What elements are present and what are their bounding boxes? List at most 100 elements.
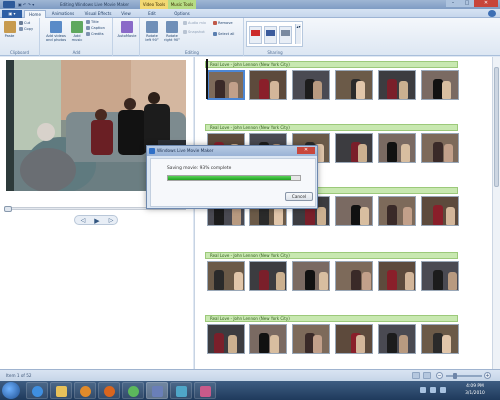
minimize-button[interactable]: – bbox=[446, 0, 460, 7]
thumbnail-size-icon[interactable] bbox=[423, 372, 431, 379]
scrollbar-thumb[interactable] bbox=[494, 67, 499, 187]
tab-options[interactable]: Options bbox=[170, 10, 194, 18]
seek-thumb[interactable] bbox=[4, 206, 12, 212]
audio-mix-button[interactable]: Audio mix bbox=[183, 21, 206, 26]
context-tab-music-tools[interactable]: Music Tools bbox=[168, 0, 196, 9]
dialog-close-button[interactable]: ✕ bbox=[297, 147, 315, 154]
storyboard-clip[interactable] bbox=[421, 324, 459, 354]
clipboard-group: Paste Cut Copy Clipboard bbox=[0, 18, 40, 56]
taskbar-messenger[interactable] bbox=[122, 382, 144, 399]
music-track-bar[interactable]: Real Love - John Lennon (New York City) bbox=[205, 315, 458, 322]
taskbar-internet-explorer[interactable] bbox=[26, 382, 48, 399]
remove-button[interactable]: Remove bbox=[213, 21, 233, 26]
taskbar-paint[interactable] bbox=[194, 382, 216, 399]
saving-message: Saving movie: 93% complete bbox=[167, 166, 232, 171]
storyboard-view-icon[interactable] bbox=[412, 372, 420, 379]
flag-icon[interactable] bbox=[440, 387, 446, 393]
caption-button[interactable]: Caption bbox=[86, 26, 105, 31]
file-menu-button[interactable]: ▣ ▾ bbox=[2, 10, 22, 18]
storyboard-clip[interactable] bbox=[335, 70, 373, 100]
zoom-in-button[interactable]: + bbox=[484, 372, 491, 379]
quick-access-toolbar[interactable]: ▣ ↶ ↷ ▾ bbox=[18, 2, 34, 7]
storyboard-clip[interactable] bbox=[378, 261, 416, 291]
taskbar-movie-maker[interactable] bbox=[146, 382, 168, 399]
storyboard-clip[interactable] bbox=[378, 196, 416, 226]
network-icon[interactable] bbox=[420, 387, 426, 393]
tab-visual-effects[interactable]: Visual Effects bbox=[80, 10, 116, 18]
storyboard-scrollbar[interactable] bbox=[492, 57, 500, 369]
storyboard-clip[interactable] bbox=[378, 70, 416, 100]
taskbar-windows-explorer[interactable] bbox=[50, 382, 72, 399]
taskbar-media-player[interactable] bbox=[74, 382, 96, 399]
clip-figure bbox=[442, 335, 451, 353]
music-track-bar[interactable]: Real Love - John Lennon (New York City) bbox=[205, 61, 458, 68]
tab-view[interactable]: View bbox=[117, 10, 135, 18]
storyboard-clip[interactable] bbox=[292, 324, 330, 354]
storyboard-clip[interactable] bbox=[292, 261, 330, 291]
storyboard-clip[interactable] bbox=[207, 261, 245, 291]
play-button[interactable]: ▶ bbox=[92, 217, 102, 225]
storyboard-clip[interactable] bbox=[207, 70, 245, 100]
music-track-bar[interactable]: Real Love - John Lennon (New York City) bbox=[205, 252, 458, 259]
tab-edit[interactable]: Edit bbox=[143, 10, 161, 18]
automovie-button[interactable]: AutoMovie bbox=[116, 21, 138, 38]
storyboard-clip[interactable] bbox=[378, 324, 416, 354]
preview-pane: ◁ ▶ ▷ bbox=[0, 57, 193, 369]
title-button[interactable]: Title bbox=[86, 20, 99, 25]
cut-button[interactable]: Cut bbox=[19, 21, 30, 26]
add-music-label: Add music bbox=[71, 34, 83, 42]
storyboard-clip[interactable] bbox=[421, 261, 459, 291]
zoom-out-button[interactable]: − bbox=[436, 372, 443, 379]
storyboard-clip[interactable] bbox=[335, 196, 373, 226]
volume-icon[interactable] bbox=[430, 387, 436, 393]
select-all-button[interactable]: Select all bbox=[213, 32, 234, 37]
cancel-button[interactable]: Cancel bbox=[285, 192, 313, 201]
rotate-right-button[interactable]: Rotate right 90° bbox=[163, 21, 181, 42]
rotate-left-button[interactable]: Rotate left 90° bbox=[143, 21, 161, 42]
tab-home[interactable]: Home bbox=[24, 10, 46, 18]
zoom-slider-knob[interactable] bbox=[453, 373, 457, 379]
storyboard-clip[interactable] bbox=[249, 70, 287, 100]
storyboard-clip[interactable] bbox=[292, 70, 330, 100]
add-music-button[interactable]: Add music bbox=[70, 21, 84, 42]
snapshot-button[interactable]: Snapshot bbox=[183, 30, 205, 35]
storyboard-clip[interactable] bbox=[421, 70, 459, 100]
storyboard-clip[interactable] bbox=[207, 324, 245, 354]
storyboard-clip[interactable] bbox=[335, 324, 373, 354]
context-tab-video-tools[interactable]: Video Tools bbox=[140, 0, 168, 9]
copy-button[interactable]: Copy bbox=[19, 27, 33, 32]
tab-animations[interactable]: Animations bbox=[48, 10, 78, 18]
previous-frame-button[interactable]: ◁ bbox=[78, 217, 88, 225]
storyboard-clip[interactable] bbox=[378, 133, 416, 163]
storyboard-clip[interactable] bbox=[421, 196, 459, 226]
share-youtube-button[interactable] bbox=[249, 26, 262, 44]
taskbar-clock[interactable]: 4:09 PM 3/1/2010 bbox=[458, 383, 492, 397]
taskbar-photo-gallery[interactable] bbox=[170, 382, 192, 399]
close-button[interactable]: ✕ bbox=[474, 0, 498, 7]
storyboard-playhead[interactable] bbox=[206, 59, 208, 99]
storyboard-clip[interactable] bbox=[421, 133, 459, 163]
credits-button[interactable]: Credits bbox=[86, 32, 104, 37]
start-button[interactable] bbox=[2, 382, 20, 399]
save-movie-button[interactable] bbox=[279, 26, 292, 44]
dialog-body: Saving movie: 93% complete Cancel bbox=[150, 158, 316, 207]
help-icon[interactable] bbox=[488, 10, 496, 17]
facebook-icon bbox=[266, 30, 275, 36]
paste-button[interactable]: Paste bbox=[2, 21, 17, 38]
next-frame-button[interactable]: ▷ bbox=[106, 217, 116, 225]
zoom-slider[interactable] bbox=[446, 375, 482, 377]
gallery-scroll[interactable]: ▴▾ bbox=[295, 24, 301, 44]
taskbar-firefox[interactable] bbox=[98, 382, 120, 399]
storyboard-clip[interactable] bbox=[335, 261, 373, 291]
music-track-bar[interactable]: Real Love - John Lennon (New York City) bbox=[205, 124, 458, 131]
storyboard-clip[interactable] bbox=[249, 324, 287, 354]
paste-icon bbox=[3, 21, 16, 33]
app-menu-icon[interactable] bbox=[3, 1, 15, 8]
add-videos-button[interactable]: Add videos and photos bbox=[43, 21, 69, 42]
storyboard-clip[interactable] bbox=[249, 261, 287, 291]
storyboard-clip[interactable] bbox=[335, 133, 373, 163]
sharing-gallery[interactable]: ▴▾ bbox=[246, 21, 303, 47]
share-facebook-button[interactable] bbox=[264, 26, 277, 44]
maximize-button[interactable]: □ bbox=[460, 0, 474, 7]
save-progress-bar bbox=[167, 175, 301, 181]
